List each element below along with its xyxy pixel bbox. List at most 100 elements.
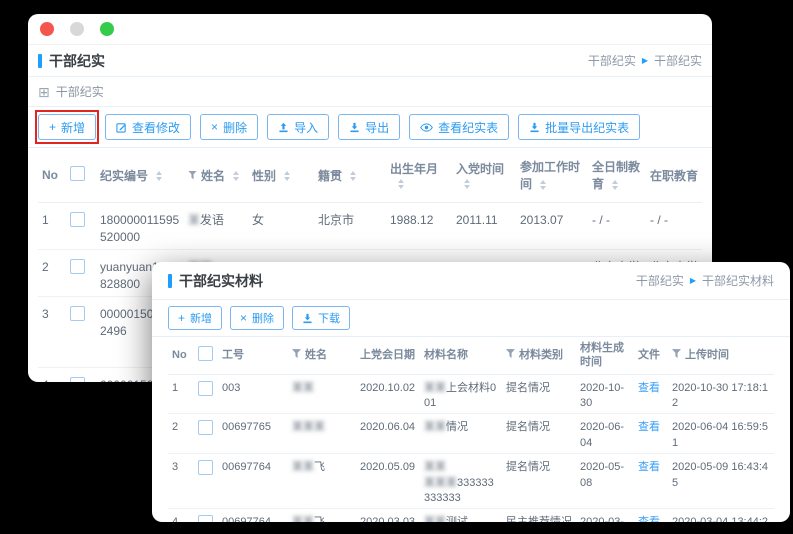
sort-icon[interactable] [540,180,546,190]
window-close-button[interactable] [40,22,54,36]
name-cell: 某某飞 [288,509,356,522]
view-file-link[interactable]: 查看 [638,516,660,522]
row-checkbox[interactable] [70,212,85,227]
redacted-text: 某某 [424,516,446,522]
column-header-纪实编号[interactable]: 纪实编号 [96,148,184,203]
grid-icon: ⊞ [38,85,50,99]
select-all-checkbox[interactable] [70,166,85,181]
text: 飞 [314,516,325,522]
file-cell: 查看 [634,454,668,509]
row-checkbox[interactable] [198,420,213,435]
批量导出纪实表-button[interactable]: 批量导出纪实表 [518,114,640,140]
新增-button[interactable]: +新增 [168,306,222,330]
redacted-text: 某某 [424,461,446,473]
column-header-出生年月[interactable]: 出生年月 [386,148,452,203]
meeting-date-cell: 2020.06.04 [356,414,420,454]
material-name-cell: 某某测试 [420,509,502,522]
column-header-全日制教育[interactable]: 全日制教育 [588,148,646,203]
查看纪实表-button[interactable]: 查看纪实表 [409,114,509,140]
新增-button[interactable]: +新增 [38,114,96,140]
breadcrumb-item[interactable]: 干部纪实 [588,52,636,69]
column-header-文件: 文件 [634,337,668,374]
plus-icon: + [178,312,185,324]
row-number: 4 [38,367,66,382]
column-label: 在职教育 [650,169,698,183]
sort-icon[interactable] [284,171,290,181]
breadcrumb: 干部纪实▶干部纪实 [588,52,702,69]
查看修改-button[interactable]: 查看修改 [105,114,191,140]
column-label: No [42,168,58,182]
column-header-上党会日期: 上党会日期 [356,337,420,374]
下载-button[interactable]: 下载 [292,306,350,330]
checkbox-cell [194,374,218,414]
material-category-cell: 提名情况 [502,454,576,509]
table-row: 1180000011595520000某发语女北京市1988.122011.11… [38,203,702,250]
filter-icon[interactable] [672,349,681,358]
material-category-cell: 民主推荐情况 [502,509,576,522]
window-titlebar [28,14,712,45]
material-name-line: 某某 [424,460,498,475]
fulltime-education-cell: - / - [588,203,646,250]
front-window: 干部纪实材料 干部纪实▶干部纪实材料 +新增×删除下载 No工号姓名上党会日期材… [152,262,790,522]
button-label: 批量导出纪实表 [545,119,629,136]
导入-button[interactable]: 导入 [267,114,329,140]
row-checkbox[interactable] [70,306,85,321]
breadcrumb-item[interactable]: 干部纪实 [654,52,702,69]
sort-icon[interactable] [398,179,404,189]
row-checkbox[interactable] [70,259,85,274]
filter-icon[interactable] [188,171,197,180]
sort-icon[interactable] [464,179,470,189]
column-label: No [172,349,187,361]
redacted-text: 某 [188,213,200,227]
plus-icon: + [49,121,56,133]
file-cell: 查看 [634,414,668,454]
text: 发语 [200,213,224,227]
column-header-入党时间[interactable]: 入党时间 [452,148,516,203]
filter-icon[interactable] [506,349,515,358]
row-number: 2 [38,249,66,296]
删除-button[interactable]: ×删除 [200,114,258,140]
row-checkbox[interactable] [198,515,213,522]
breadcrumb-item[interactable]: 干部纪实 [636,272,684,289]
onjob-education-cell: - / - [646,203,702,250]
column-label: 籍贯 [318,169,342,183]
column-header-材料生成时间: 材料生成时间 [576,337,634,374]
view-file-link[interactable]: 查看 [638,382,660,394]
filter-icon[interactable] [292,349,301,358]
导出-button[interactable]: 导出 [338,114,400,140]
column-header-性别[interactable]: 性别 [248,148,314,203]
column-header-参加工作时间[interactable]: 参加工作时间 [516,148,588,203]
view-file-link[interactable]: 查看 [638,421,660,433]
column-header-checkbox[interactable] [66,148,96,203]
sort-icon[interactable] [156,171,162,181]
text: 情况 [446,421,468,433]
material-name-cell: 某某某某某333333333333 [420,454,502,509]
page-title: 干部纪实材料 [179,271,263,291]
material-name-line: 某某上会材料001 [424,381,498,412]
desktop-background: 干部纪实 干部纪实▶干部纪实 ⊞ 干部纪实 +新增查看修改×删除导入导出查看纪实… [0,0,793,534]
sort-icon[interactable] [350,171,356,181]
view-file-link[interactable]: 查看 [638,461,660,473]
record-id-cell: 180000011595520000 [96,203,184,250]
column-header-checkbox[interactable] [194,337,218,374]
column-label: 姓名 [305,349,327,361]
name-cell: 某某某 [288,414,356,454]
row-number: 3 [38,296,66,367]
sort-icon[interactable] [612,180,618,190]
window-maximize-button[interactable] [100,22,114,36]
row-checkbox[interactable] [198,381,213,396]
toolbar: +新增查看修改 ×删除 导入 导出查看纪实表 批量导出纪实表 [28,107,712,148]
window-minimize-button[interactable] [70,22,84,36]
party-join-date-cell: 2011.11 [452,203,516,250]
column-header-籍贯[interactable]: 籍贯 [314,148,386,203]
column-header-姓名[interactable]: 姓名 [184,148,248,203]
row-checkbox[interactable] [198,460,213,475]
sort-icon[interactable] [233,171,239,181]
breadcrumb-item[interactable]: 干部纪实材料 [702,272,774,289]
close-icon: × [240,312,247,324]
row-number: 1 [168,374,194,414]
button-label: 导入 [294,119,318,136]
select-all-checkbox[interactable] [198,346,213,361]
row-checkbox[interactable] [70,377,85,382]
删除-button[interactable]: ×删除 [230,306,284,330]
